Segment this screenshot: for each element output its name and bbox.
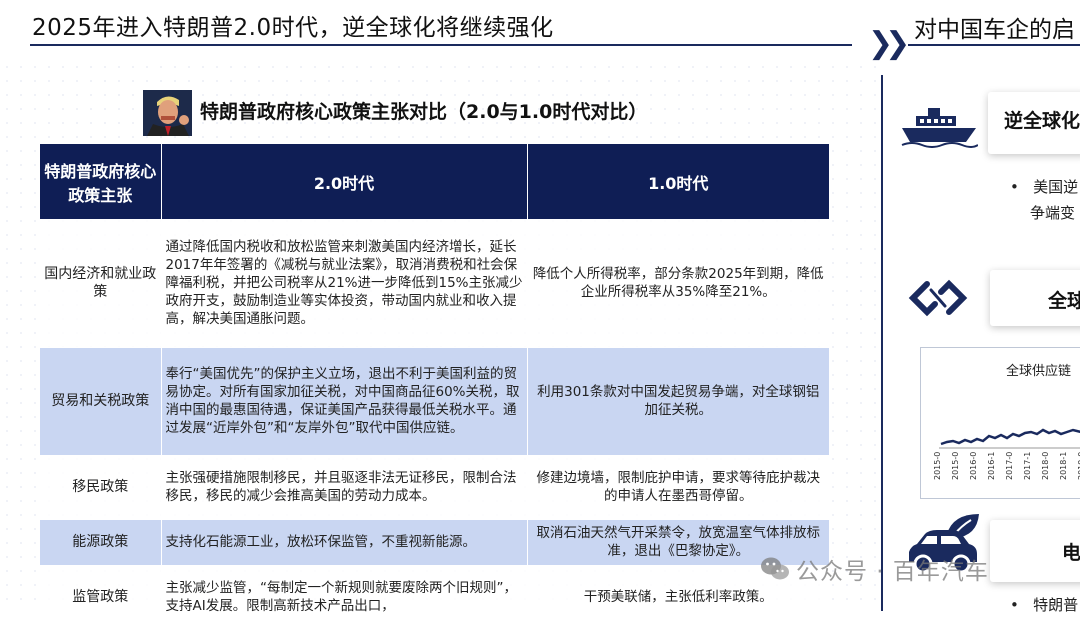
- watermark-text: 公众号 · 百年汽车: [796, 559, 989, 585]
- row-2-0-content: 通过降低国内税收和放松监管来刺激美国内经济增长，延长2017年年签署的《减税与就…: [161, 219, 528, 348]
- row-category: 能源政策: [40, 519, 162, 566]
- card-electric-title: 电: [1062, 542, 1080, 564]
- card-global: 全球: [990, 270, 1080, 326]
- row-category: 国内经济和就业政策: [40, 219, 162, 348]
- tick-label: 2015-0: [951, 451, 960, 480]
- row-category: 贸易和关税政策: [40, 347, 162, 456]
- table-subtitle: 特朗普政府核心政策主张对比（2.0与1.0时代对比）: [200, 101, 648, 123]
- tick-label: 2016-1: [987, 451, 996, 480]
- column-header-2-0: 2.0时代: [161, 144, 528, 219]
- trump-portrait-image: [143, 90, 192, 136]
- card-deglobalization-title: 逆全球化: [1004, 110, 1080, 132]
- wechat-icon: [760, 556, 790, 586]
- row-1-0-content: 降低个人所得税率，部分条款2025年到期，降低企业所得税率从35%降至21%。: [527, 219, 829, 348]
- row-1-0-content: 修建边境墙，限制庇护申请，要求等待庇护裁决的申请人在墨西哥停留。: [527, 455, 829, 520]
- bullet-line-1: • 美国逆: [1010, 178, 1079, 196]
- page-title: 2025年进入特朗普2.0时代，逆全球化将继续强化: [32, 15, 554, 41]
- table-row: 监管政策 主张减少监管，“每制定一个新规则就要废除两个旧规则”，支持AI发展。限…: [40, 565, 829, 630]
- card-electric: 电: [990, 520, 1080, 582]
- policy-comparison-table: 特朗普政府核心政策主张 2.0时代 1.0时代 国内经济和就业政策 通过降低国内…: [40, 144, 829, 630]
- table-row: 贸易和关税政策 奉行“美国优先”的保护主义立场，退出不利于美国利益的贸易协定。对…: [40, 347, 829, 456]
- row-category: 监管政策: [40, 565, 162, 630]
- right-title-underline: [908, 44, 1080, 46]
- tick-label: 2018-0: [1041, 451, 1050, 480]
- tick-label: 2017-0: [1005, 451, 1014, 480]
- double-chevron-icon: ❯❯: [868, 26, 910, 61]
- ship-icon: [900, 104, 979, 152]
- right-divider-line: [881, 75, 883, 611]
- tick-label: 2016-0: [969, 451, 978, 480]
- row-1-0-content: 利用301条款对中国发起贸易争端，对全球钢铝加征关税。: [527, 347, 829, 456]
- row-category: 移民政策: [40, 455, 162, 520]
- row-2-0-content: 主张强硬措施限制移民，并且驱逐非法无证移民，限制合法移民，移民的减少会推高美国的…: [161, 455, 528, 520]
- column-header-policy: 特朗普政府核心政策主张: [40, 144, 162, 219]
- table-row: 能源政策 支持化石能源工业，放松环保监管，不重视新能源。 取消石油天然气开采禁令…: [40, 519, 829, 566]
- right-section-title: 对中国车企的启: [914, 17, 1075, 43]
- tick-label: 2015-0: [933, 451, 942, 480]
- bullet-line-2: 争端变: [1030, 204, 1076, 222]
- table-row: 国内经济和就业政策 通过降低国内税收和放松监管来刺激美国内经济增长，延长2017…: [40, 219, 829, 348]
- row-2-0-content: 支持化石能源工业，放松环保监管，不重视新能源。: [161, 519, 528, 566]
- bullet-line-3: • 特朗普: [1010, 596, 1079, 614]
- card-deglobalization: 逆全球化: [988, 92, 1080, 154]
- supply-chain-chart: 全球供应链 2015-0 2015-0 2016-0 2016-1 2017-0…: [920, 347, 1080, 499]
- broken-chain-icon: [905, 276, 971, 324]
- chart-series-line: [940, 428, 1080, 446]
- row-2-0-content: 主张减少监管，“每制定一个新规则就要废除两个旧规则”，支持AI发展。限制高新技术…: [161, 565, 528, 630]
- column-header-1-0: 1.0时代: [527, 144, 829, 219]
- table-row: 移民政策 主张强硬措施限制移民，并且驱逐非法无证移民，限制合法移民，移民的减少会…: [40, 455, 829, 520]
- table-header-row: 特朗普政府核心政策主张 2.0时代 1.0时代: [40, 144, 829, 219]
- tick-label: 2017-1: [1023, 451, 1032, 480]
- chart-tick-labels: 2015-0 2015-0 2016-0 2016-1 2017-0 2017-…: [933, 452, 1080, 492]
- tick-label: 2018-1: [1059, 451, 1068, 480]
- title-underline: [30, 44, 852, 46]
- row-2-0-content: 奉行“美国优先”的保护主义立场，退出不利于美国利益的贸易协定。对所有国家加征关税…: [161, 347, 528, 456]
- card-global-title: 全球: [1048, 290, 1080, 312]
